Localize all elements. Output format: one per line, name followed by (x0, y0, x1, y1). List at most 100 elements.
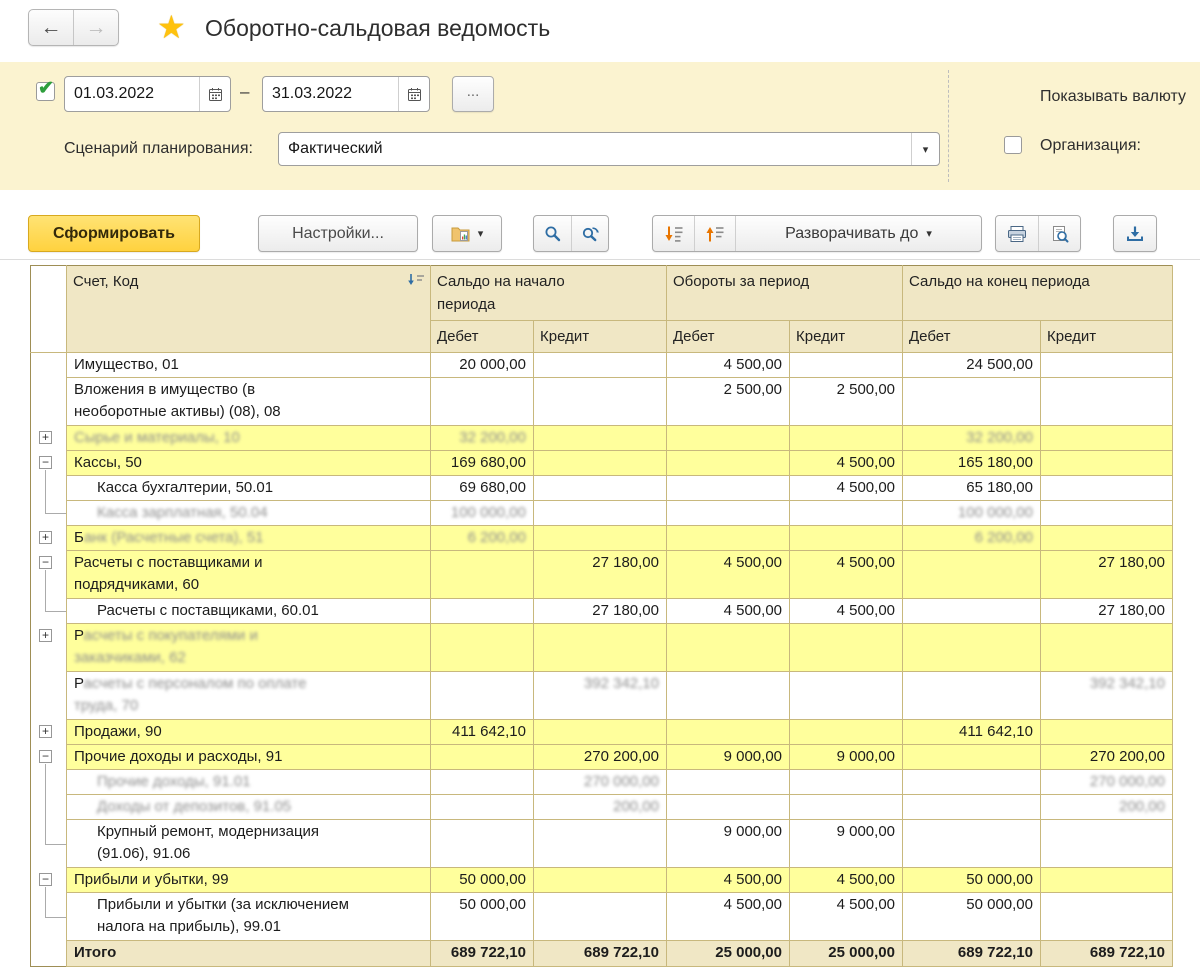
account-cell[interactable]: Прибыли и убытки, 99 (67, 868, 431, 893)
value-cell[interactable] (667, 476, 790, 501)
value-cell[interactable]: 100 000,00 (431, 501, 534, 526)
value-cell[interactable] (534, 476, 667, 501)
value-cell[interactable] (1041, 476, 1173, 501)
account-cell[interactable]: Итого (67, 941, 431, 967)
value-cell[interactable] (667, 426, 790, 451)
value-cell[interactable]: 689 722,10 (903, 941, 1041, 967)
value-cell[interactable]: 69 680,00 (431, 476, 534, 501)
value-cell[interactable]: 24 500,00 (903, 353, 1041, 378)
value-cell[interactable]: 27 180,00 (1041, 599, 1173, 624)
date-to-calendar-button[interactable] (398, 77, 429, 111)
turnover-credit-header[interactable]: Кредит (790, 321, 903, 353)
value-cell[interactable] (534, 451, 667, 476)
sort-descending-icon[interactable] (407, 273, 426, 286)
value-cell[interactable]: 9 000,00 (667, 820, 790, 868)
value-cell[interactable]: 27 180,00 (534, 551, 667, 599)
scenario-select[interactable]: Фактический ▾ (278, 132, 940, 166)
value-cell[interactable] (431, 378, 534, 426)
value-cell[interactable]: 4 500,00 (667, 353, 790, 378)
table-row[interactable]: +Расчеты с покупателями изаказчиками, 62 (31, 624, 1173, 672)
account-cell[interactable]: Вложения в имущество (внеоборотные актив… (67, 378, 431, 426)
value-cell[interactable] (1041, 353, 1173, 378)
expand-button[interactable]: + (39, 629, 52, 642)
save-button[interactable] (1113, 215, 1157, 252)
table-row[interactable]: − Расчеты с поставщиками иподрядчиками, 6… (31, 551, 1173, 599)
expand-button[interactable]: + (39, 725, 52, 738)
date-from-field[interactable]: 01.03.2022 (64, 76, 231, 112)
value-cell[interactable]: 200,00 (534, 795, 667, 820)
table-row[interactable]: +Сырье и материалы, 1032 200,0032 200,00 (31, 426, 1173, 451)
value-cell[interactable] (1041, 868, 1173, 893)
value-cell[interactable]: 65 180,00 (903, 476, 1041, 501)
value-cell[interactable] (903, 378, 1041, 426)
value-cell[interactable]: 27 180,00 (1041, 551, 1173, 599)
value-cell[interactable] (790, 770, 903, 795)
value-cell[interactable] (790, 426, 903, 451)
value-cell[interactable]: 169 680,00 (431, 451, 534, 476)
table-row[interactable]: Имущество, 0120 000,004 500,0024 500,00 (31, 353, 1173, 378)
opening-credit-header[interactable]: Кредит (534, 321, 667, 353)
date-to-field[interactable]: 31.03.2022 (262, 76, 430, 112)
value-cell[interactable]: 6 200,00 (903, 526, 1041, 551)
account-cell[interactable]: Сырье и материалы, 10 (67, 426, 431, 451)
table-row[interactable]: Прибыли и убытки (за исключениемналога н… (31, 893, 1173, 941)
value-cell[interactable]: 9 000,00 (667, 745, 790, 770)
value-cell[interactable] (1041, 820, 1173, 868)
collapse-button[interactable]: − (39, 873, 52, 886)
value-cell[interactable]: 4 500,00 (790, 599, 903, 624)
search-next-button[interactable] (571, 216, 608, 251)
value-cell[interactable]: 4 500,00 (790, 476, 903, 501)
value-cell[interactable] (534, 868, 667, 893)
value-cell[interactable] (903, 599, 1041, 624)
account-cell[interactable]: Касса бухгалтерии, 50.01 (67, 476, 431, 501)
value-cell[interactable] (790, 526, 903, 551)
account-cell[interactable]: Банк (Расчетные счета), 51 (67, 526, 431, 551)
value-cell[interactable] (667, 526, 790, 551)
value-cell[interactable] (534, 426, 667, 451)
collapse-button[interactable]: − (39, 556, 52, 569)
value-cell[interactable] (431, 624, 534, 672)
value-cell[interactable]: 4 500,00 (667, 599, 790, 624)
collapse-button[interactable]: − (39, 456, 52, 469)
value-cell[interactable] (667, 770, 790, 795)
period-more-button[interactable]: ... (452, 76, 494, 112)
value-cell[interactable]: 4 500,00 (790, 868, 903, 893)
value-cell[interactable] (431, 599, 534, 624)
date-to-value[interactable]: 31.03.2022 (263, 77, 398, 111)
favorite-star-icon[interactable]: ★ (157, 8, 186, 46)
value-cell[interactable]: 6 200,00 (431, 526, 534, 551)
value-cell[interactable]: 32 200,00 (431, 426, 534, 451)
value-cell[interactable] (790, 624, 903, 672)
value-cell[interactable] (534, 720, 667, 745)
table-row[interactable]: Расчеты с поставщиками, 60.0127 180,004 … (31, 599, 1173, 624)
value-cell[interactable] (431, 795, 534, 820)
value-cell[interactable]: 9 000,00 (790, 745, 903, 770)
value-cell[interactable] (903, 624, 1041, 672)
expand-all-button[interactable] (653, 216, 694, 251)
account-cell[interactable]: Продажи, 90 (67, 720, 431, 745)
account-cell[interactable]: Прочие доходы, 91.01 (67, 770, 431, 795)
table-row[interactable]: Касса бухгалтерии, 50.0169 680,00 4 500,0… (31, 476, 1173, 501)
account-cell[interactable]: Расчеты с персоналом по оплатетруда, 70 (67, 672, 431, 720)
scenario-value[interactable]: Фактический (279, 133, 911, 165)
value-cell[interactable] (534, 353, 667, 378)
value-cell[interactable]: 4 500,00 (790, 893, 903, 941)
value-cell[interactable]: 32 200,00 (903, 426, 1041, 451)
table-row[interactable]: +Продажи, 90411 642,10411 642,10 (31, 720, 1173, 745)
table-row[interactable]: +Банк (Расчетные счета), 516 200,006 200… (31, 526, 1173, 551)
table-row[interactable]: Доходы от депозитов, 91.05200,00200,00 (31, 795, 1173, 820)
value-cell[interactable] (431, 745, 534, 770)
value-cell[interactable] (1041, 624, 1173, 672)
print-button[interactable] (996, 216, 1038, 251)
account-cell[interactable]: Расчеты с поставщиками иподрядчиками, 60 (67, 551, 431, 599)
value-cell[interactable]: 689 722,10 (534, 941, 667, 967)
value-cell[interactable] (431, 551, 534, 599)
value-cell[interactable]: 25 000,00 (667, 941, 790, 967)
search-button[interactable] (534, 216, 571, 251)
value-cell[interactable]: 411 642,10 (903, 720, 1041, 745)
back-button[interactable]: ← (29, 10, 73, 45)
value-cell[interactable] (1041, 426, 1173, 451)
value-cell[interactable] (534, 378, 667, 426)
value-cell[interactable]: 4 500,00 (667, 868, 790, 893)
collapse-all-button[interactable] (694, 216, 735, 251)
